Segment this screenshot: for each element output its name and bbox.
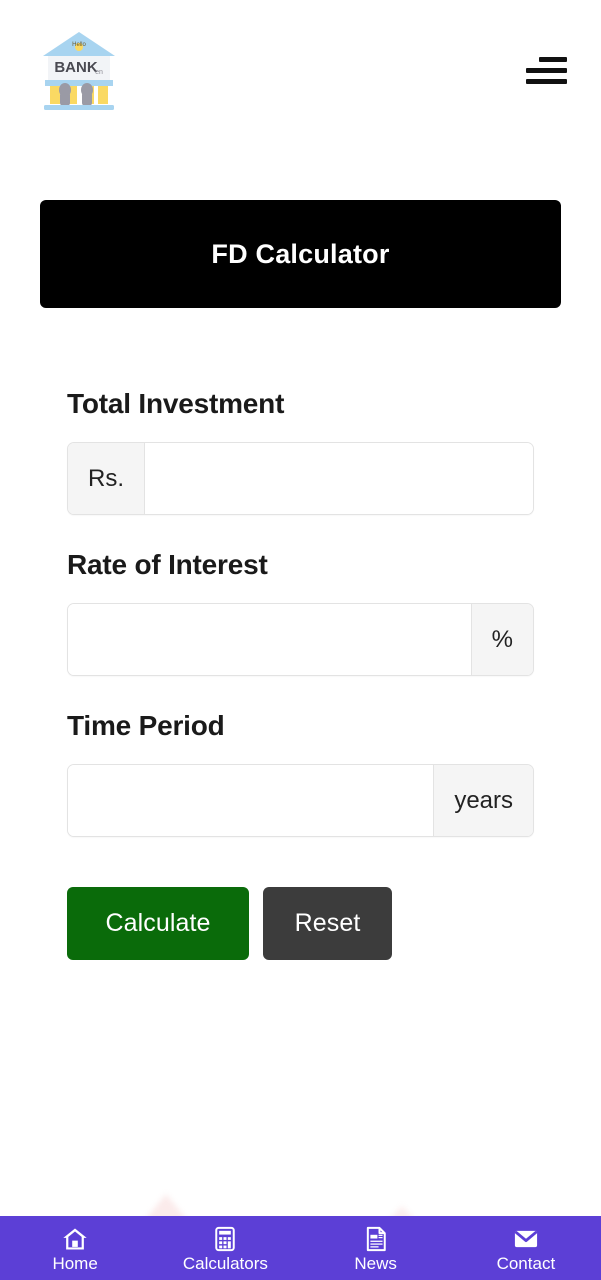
calculate-button[interactable]: Calculate	[67, 887, 249, 960]
label-total-investment: Total Investment	[67, 388, 285, 419]
label-rate-of-interest: Rate of Interest	[67, 549, 268, 580]
form-actions: Calculate Reset	[67, 887, 534, 960]
time-period-input[interactable]	[68, 765, 434, 836]
home-icon	[61, 1225, 89, 1253]
page-banner: FD Calculator	[40, 200, 561, 308]
bottom-navigation: Home Calculators News Contact	[0, 1216, 601, 1280]
page-title: FD Calculator	[211, 238, 390, 269]
bank-building-icon[interactable]: Hello BANK en	[40, 26, 118, 114]
field-rate-of-interest: Rate of Interest %	[67, 549, 534, 676]
svg-text:en: en	[95, 69, 103, 76]
input-row-time-period[interactable]: years	[67, 764, 534, 837]
nav-item-home[interactable]: Home	[0, 1225, 150, 1272]
hamburger-menu-icon[interactable]	[521, 53, 567, 87]
rate-of-interest-input[interactable]	[68, 604, 471, 675]
svg-text:Hello: Hello	[72, 42, 86, 48]
input-row-total-investment[interactable]: Rs.	[67, 442, 534, 515]
field-time-period: Time Period years	[67, 710, 534, 837]
svg-text:BANK: BANK	[54, 59, 97, 76]
nav-label-contact: Contact	[496, 1253, 556, 1273]
addon-rupees: Rs.	[68, 443, 145, 514]
field-total-investment: Total Investment Rs.	[67, 388, 534, 515]
menu-bar-top	[539, 56, 567, 62]
addon-years: years	[433, 765, 533, 836]
menu-bar-middle	[526, 67, 567, 73]
total-investment-input[interactable]	[145, 443, 533, 514]
addon-percent: %	[470, 604, 533, 675]
calculator-icon	[211, 1225, 239, 1253]
nav-label-calculators: Calculators	[182, 1253, 268, 1273]
fd-calculator-form: Total Investment Rs. Rate of Interest % …	[0, 388, 601, 960]
nav-item-calculators[interactable]: Calculators	[150, 1225, 300, 1272]
reset-button[interactable]: Reset	[263, 887, 392, 960]
nav-item-news[interactable]: News	[301, 1225, 451, 1272]
site-header: Hello BANK en	[0, 0, 601, 140]
news-document-icon	[362, 1225, 390, 1253]
label-time-period: Time Period	[67, 710, 225, 741]
input-row-rate-of-interest[interactable]: %	[67, 603, 534, 676]
nav-item-contact[interactable]: Contact	[451, 1225, 601, 1272]
menu-bar-bottom	[526, 78, 567, 84]
envelope-icon	[512, 1225, 540, 1253]
nav-label-home: Home	[52, 1253, 98, 1273]
nav-label-news: News	[354, 1253, 397, 1273]
